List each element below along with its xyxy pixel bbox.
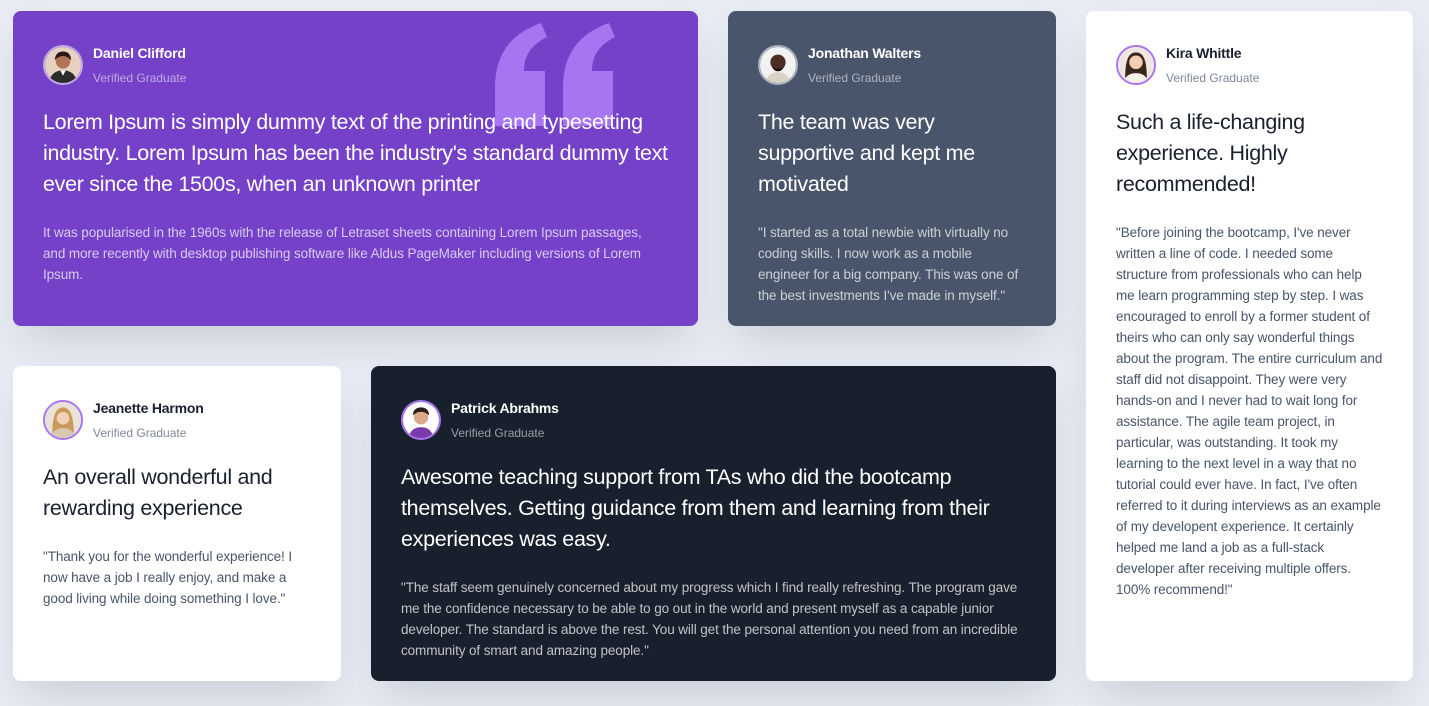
author-role: Verified Graduate — [451, 425, 545, 440]
testimonial-body: "The staff seem genuinely concerned abou… — [401, 580, 1018, 658]
author-header: Patrick Abrahms Verified Graduate — [401, 400, 1026, 440]
testimonial-title: Awesome teaching support from TAs who di… — [401, 465, 990, 551]
author-name: Daniel Clifford — [93, 44, 186, 61]
avatar — [1116, 45, 1156, 85]
testimonial-card-patrick-abrahms: Patrick Abrahms Verified Graduate Awesom… — [371, 366, 1056, 681]
testimonial-title: Lorem Ipsum is simply dummy text of the … — [43, 110, 668, 196]
testimonial-body: "I started as a total newbie with virtua… — [758, 225, 1019, 303]
author-role: Verified Graduate — [1166, 70, 1260, 85]
author-name: Kira Whittle — [1166, 44, 1242, 61]
testimonial-card-kira-whittle: Kira Whittle Verified Graduate Such a li… — [1086, 11, 1413, 681]
avatar — [758, 45, 798, 85]
author-role: Verified Graduate — [93, 70, 187, 85]
testimonial-title: An overall wonderful and rewarding exper… — [43, 465, 273, 520]
author-name: Patrick Abrahms — [451, 399, 559, 416]
testimonial-card-jeanette-harmon: Jeanette Harmon Verified Graduate An ove… — [13, 366, 341, 681]
author-header: Jonathan Walters Verified Graduate — [758, 45, 1026, 85]
avatar — [401, 400, 441, 440]
author-role: Verified Graduate — [93, 425, 187, 440]
avatar — [43, 400, 83, 440]
testimonial-card-jonathan-walters: Jonathan Walters Verified Graduate The t… — [728, 11, 1056, 326]
author-role: Verified Graduate — [808, 70, 902, 85]
author-header: Jeanette Harmon Verified Graduate — [43, 400, 311, 440]
avatar — [43, 45, 83, 85]
author-name: Jonathan Walters — [808, 44, 921, 61]
testimonial-title: Such a life-changing experience. Highly … — [1116, 110, 1305, 196]
author-header: Daniel Clifford Verified Graduate — [43, 45, 668, 85]
testimonial-title: The team was very supportive and kept me… — [758, 110, 975, 196]
testimonial-body: It was popularised in the 1960s with the… — [43, 225, 642, 282]
testimonial-body: "Before joining the bootcamp, I've never… — [1116, 225, 1383, 597]
testimonials-grid: Daniel Clifford Verified Graduate Lorem … — [0, 0, 1429, 706]
testimonial-body: "Thank you for the wonderful experience!… — [43, 549, 292, 606]
testimonial-card-daniel-clifford: Daniel Clifford Verified Graduate Lorem … — [13, 11, 698, 326]
author-name: Jeanette Harmon — [93, 399, 204, 416]
author-header: Kira Whittle Verified Graduate — [1116, 45, 1383, 85]
